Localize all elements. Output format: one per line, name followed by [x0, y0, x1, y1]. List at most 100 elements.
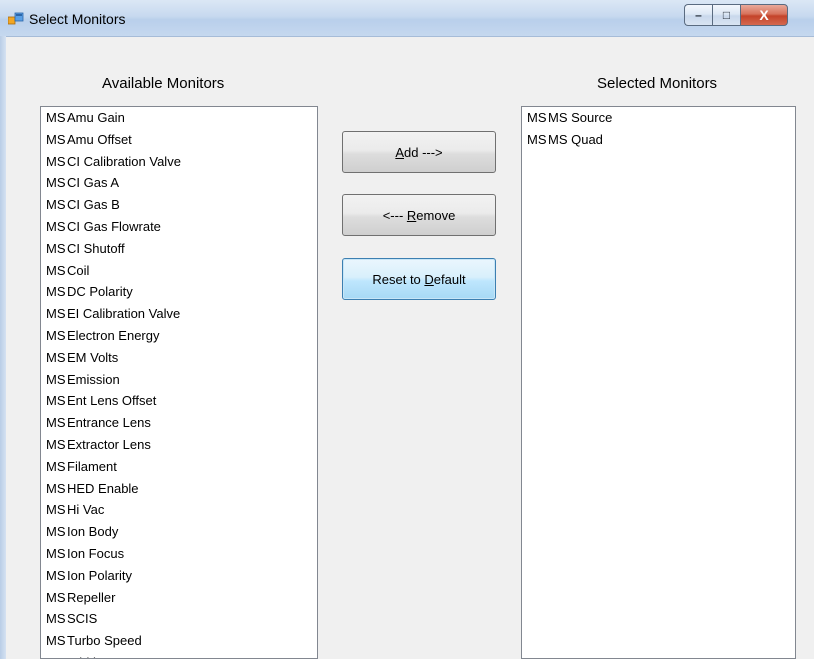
list-item-prefix: MS — [46, 306, 66, 322]
list-item[interactable]: MS CI Gas B — [41, 194, 317, 216]
list-item-name: Electron Energy — [67, 327, 160, 343]
list-item-name: Filament — [67, 458, 117, 474]
list-item-name: SCIS — [67, 611, 98, 627]
list-item[interactable]: MS EI Calibration Valve — [41, 303, 317, 325]
list-item-name: CI Shutoff — [67, 240, 125, 256]
list-item-prefix: MS — [46, 480, 66, 496]
list-item[interactable]: MS CI Gas A — [41, 172, 317, 194]
list-item-name: DC Polarity — [67, 284, 133, 300]
list-item-prefix: MS — [46, 502, 66, 518]
caption-buttons: – □ X — [684, 4, 810, 28]
list-item-name: Emission — [67, 371, 120, 387]
list-item[interactable]: MS Ent Lens Offset — [41, 390, 317, 412]
list-item-prefix: MS — [46, 197, 66, 213]
list-item-name: EM Volts — [67, 349, 119, 365]
list-item-name: CI Gas B — [67, 197, 120, 213]
window-title: Select Monitors — [29, 11, 126, 27]
list-item-name: Amu Offset — [67, 131, 132, 147]
list-item[interactable]: MS HED Enable — [41, 478, 317, 500]
list-item[interactable]: MS CI Calibration Valve — [41, 151, 317, 173]
list-item-name: Ion Polarity — [67, 567, 133, 583]
list-item-name: Entrance Lens — [67, 415, 151, 431]
list-item[interactable]: MS Amu Gain — [41, 107, 317, 129]
remove-button[interactable]: <--- Remove — [342, 194, 496, 236]
list-item-name: Amu Gain — [67, 110, 125, 125]
available-monitors-label: Available Monitors — [102, 75, 225, 92]
list-item-name: Hi Vac — [67, 502, 105, 518]
list-item-prefix: MS — [46, 218, 66, 234]
list-item[interactable]: MS Ion Polarity — [41, 565, 317, 587]
add-button-label: Add ---> — [395, 144, 443, 160]
list-item-name: CI Gas Flowrate — [67, 218, 161, 234]
close-button[interactable]: X — [740, 4, 788, 26]
list-item[interactable]: MS Ion Body — [41, 521, 317, 543]
list-item-name: Extractor Lens — [67, 436, 151, 452]
list-item-name: EI Calibration Valve — [67, 306, 181, 322]
list-item-prefix: MS — [46, 458, 66, 474]
list-item-name: HED Enable — [67, 480, 139, 496]
list-item-name: Width219 — [67, 652, 122, 658]
list-item-prefix: MS — [46, 545, 66, 561]
list-item-prefix: MS — [46, 349, 66, 365]
minimize-icon: – — [695, 8, 702, 22]
reset-button-label: Reset to Default — [372, 271, 466, 287]
list-item[interactable]: MS MS Source — [522, 107, 795, 129]
list-item-prefix: MS — [46, 240, 66, 256]
list-item[interactable]: MS Electron Energy — [41, 325, 317, 347]
list-item-name: MS Quad — [548, 131, 603, 147]
list-item-prefix: MS — [46, 589, 66, 605]
remove-button-label: <--- Remove — [382, 207, 456, 223]
list-item-name: MS Source — [548, 110, 613, 125]
window-app-icon — [8, 12, 24, 25]
minimize-button[interactable]: – — [684, 4, 712, 26]
select-monitors-window: Select Monitors – □ X Available Monitors… — [0, 0, 814, 659]
list-item[interactable]: MS Entrance Lens — [41, 412, 317, 434]
list-item-prefix: MS — [46, 436, 66, 452]
list-item-prefix: MS — [46, 262, 66, 278]
list-item[interactable]: MSWidth219 — [41, 652, 317, 658]
list-item-prefix: MS — [46, 652, 67, 658]
list-item-prefix: MS — [46, 415, 66, 431]
list-item-prefix: MS — [46, 611, 66, 627]
list-item-prefix: MS — [46, 175, 66, 191]
list-item[interactable]: MS Turbo Speed — [41, 630, 317, 652]
list-item-name: Ent Lens Offset — [67, 393, 157, 409]
list-item[interactable]: MS Filament — [41, 456, 317, 478]
maximize-icon: □ — [722, 8, 731, 22]
window-frame-edge — [0, 36, 6, 659]
list-item-prefix: MS — [46, 110, 66, 125]
list-item[interactable]: MS MS Quad — [522, 129, 795, 151]
list-item[interactable]: MS Extractor Lens — [41, 434, 317, 456]
list-item-prefix: MS — [46, 393, 66, 409]
list-item[interactable]: MS Repeller — [41, 587, 317, 609]
list-item-prefix: MS — [527, 131, 547, 147]
list-item[interactable]: MS Amu Offset — [41, 129, 317, 151]
list-item[interactable]: MS CI Shutoff — [41, 238, 317, 260]
reset-to-default-button[interactable]: Reset to Default — [342, 258, 496, 300]
list-item-name: Repeller — [67, 589, 116, 605]
list-item-prefix: MS — [46, 131, 66, 147]
selected-monitors-listbox[interactable]: MS MS Source MS MS Quad — [521, 106, 796, 659]
available-monitors-listbox[interactable]: MS Amu Gain MS Amu Offset MS CI Calibration V… — [40, 106, 318, 659]
list-item[interactable]: MS SCIS — [41, 608, 317, 630]
list-item-name: Ion Body — [67, 524, 119, 540]
list-item[interactable]: MS Hi Vac — [41, 499, 317, 521]
list-item-prefix: MS — [46, 524, 66, 540]
list-item[interactable]: MS DC Polarity — [41, 281, 317, 303]
list-item-prefix: MS — [46, 284, 66, 300]
add-button[interactable]: Add ---> — [342, 131, 496, 173]
list-item[interactable]: MS Ion Focus — [41, 543, 317, 565]
list-item-name: CI Calibration Valve — [67, 153, 181, 169]
list-item[interactable]: MS Coil — [41, 260, 317, 282]
list-item[interactable]: MS EM Volts — [41, 347, 317, 369]
list-item-name: Coil — [67, 262, 90, 278]
maximize-button[interactable]: □ — [712, 4, 740, 26]
list-item-name: Turbo Speed — [67, 633, 142, 649]
list-item-prefix: MS — [46, 567, 66, 583]
list-item-prefix: MS — [46, 153, 66, 169]
list-item[interactable]: MS CI Gas Flowrate — [41, 216, 317, 238]
list-item[interactable]: MS Emission — [41, 369, 317, 391]
list-item-prefix: MS — [527, 110, 547, 125]
title-bar[interactable]: Select Monitors – □ X — [0, 0, 814, 37]
close-icon: X — [759, 7, 769, 23]
